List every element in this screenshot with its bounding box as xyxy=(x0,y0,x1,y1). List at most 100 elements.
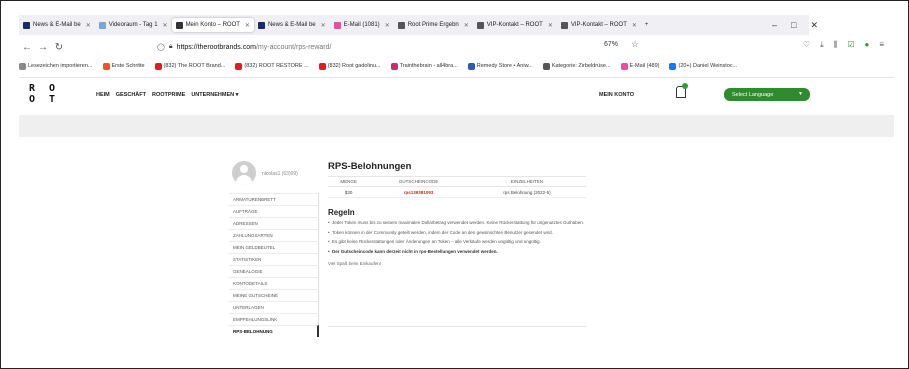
bookmark-label: (832) Root gadolinu... xyxy=(327,63,381,69)
account-sidebar: nicolas1 (63)09) ARMATURENBRETT AUFTRÄGE A… xyxy=(229,159,319,337)
zoom-level[interactable]: 67% xyxy=(604,41,618,48)
bookmark-favicon-icon xyxy=(390,62,398,70)
browser-tab[interactable]: VIP-Kontakt – ROOT ✕ xyxy=(557,18,641,32)
browser-tab[interactable]: News & E-Mail be ✕ xyxy=(19,18,95,32)
browser-tab[interactable]: Videoraum - Tag 1 ✕ xyxy=(95,18,172,32)
nav-item[interactable]: UNTERNEHMEN ▾ xyxy=(191,92,238,98)
window-controls: – □ ✕ xyxy=(772,15,818,35)
sidebar-item[interactable]: ZAHLUNGSARTEN xyxy=(229,229,318,241)
bookmark-favicon-icon xyxy=(154,62,162,70)
bookmark-item[interactable]: (832) The ROOT Brand... xyxy=(154,62,225,70)
checkbox-extension-icon[interactable]: ☑ xyxy=(847,40,854,50)
sidebar-item[interactable]: MEINE GUTSCHEINE xyxy=(229,289,318,301)
lock-icon: 🔒︎ xyxy=(168,43,173,50)
nav-item[interactable]: HEIM xyxy=(96,92,110,98)
shield-icon: ◯ xyxy=(157,44,165,51)
tab-favicon-icon xyxy=(175,21,183,29)
bookmark-item[interactable]: Erste Schritte xyxy=(102,62,145,70)
nav-item[interactable]: ROOTPRIME xyxy=(152,92,185,98)
tab-close-icon[interactable]: ✕ xyxy=(548,22,553,29)
bookmark-favicon-icon xyxy=(669,62,677,70)
sidebar-item[interactable]: GENEALOGIE xyxy=(229,265,318,277)
bookmark-favicon-icon xyxy=(19,62,26,70)
tab-close-icon[interactable]: ✕ xyxy=(321,22,326,29)
tab-label: Videoraum - Tag 1 xyxy=(108,22,158,28)
url-host: https://therootbrands.com xyxy=(176,43,256,51)
reload-icon[interactable]: ↻ xyxy=(51,42,67,53)
language-select[interactable]: Select Language ▼ xyxy=(724,88,810,101)
bookmark-label: Trainthebrain - all4bra... xyxy=(399,63,458,69)
bookmark-favicon-icon xyxy=(102,62,110,70)
root-logo[interactable]: R O O T xyxy=(29,83,59,105)
tab-close-icon[interactable]: ✕ xyxy=(86,22,91,29)
bookmark-favicon-icon xyxy=(620,62,628,70)
bookmark-item[interactable]: (832) ROOT RESTORE ... xyxy=(235,62,309,70)
divider xyxy=(328,326,586,327)
sidebar-item[interactable]: RPS-BELOHNUNG xyxy=(229,325,319,337)
page-title: RPS-Belohnungen xyxy=(328,161,412,172)
sidebar-item[interactable]: ARMATURENBRETT xyxy=(229,193,318,205)
site-header: R O O T HEIM GESCHÄFT ROOTPRIME UNTERNEHMEN… xyxy=(19,77,894,115)
browser-tab[interactable]: Root Prime Ergebn ✕ xyxy=(394,18,473,32)
bookmark-item[interactable]: E-Mail (489) xyxy=(620,62,659,70)
browser-tab[interactable]: Mein Konto – ROOT ✕ xyxy=(171,18,254,32)
close-window-icon[interactable]: ✕ xyxy=(810,20,818,31)
menu-icon[interactable]: ≡ xyxy=(879,40,884,50)
bookmark-item[interactable]: Kategorie: Zirbeldrüse... xyxy=(542,62,611,70)
tab-label: VIP-Kontakt – ROOT xyxy=(486,22,543,28)
main-nav: HEIM GESCHÄFT ROOTPRIME UNTERNEHMEN ▾ xyxy=(96,92,238,98)
tab-favicon-icon xyxy=(98,21,106,29)
tab-favicon-icon xyxy=(23,21,30,29)
rule-item: Es gibt keine Rückerstattungen oder Ände… xyxy=(328,239,586,246)
sidebar-item[interactable]: KONTODETAILS xyxy=(229,277,318,289)
sidebar-item[interactable]: EMPFEHLUNGSLINK xyxy=(229,313,318,325)
browser-tab[interactable]: VIP-Kontakt – ROOT ✕ xyxy=(473,18,557,32)
bookmark-star-icon[interactable]: ☆ xyxy=(631,39,639,50)
tab-close-icon[interactable]: ✕ xyxy=(385,22,390,29)
forward-arrow-icon[interactable]: → xyxy=(35,42,51,53)
address-field[interactable]: ◯ 🔒︎ https://therootbrands.com/my-accoun… xyxy=(157,43,331,51)
bookmark-label: Lesezeichen importieren... xyxy=(28,63,93,69)
url-path: /my-account/rps-reward/ xyxy=(255,43,332,51)
my-account-link[interactable]: MEIN KONTO xyxy=(599,92,634,98)
bookmark-item[interactable]: Remedy Store • Aniw... xyxy=(467,62,533,70)
bookmark-favicon-icon xyxy=(467,62,475,70)
tab-label: News & E-Mail be xyxy=(33,22,81,28)
extension-icon[interactable]: ● xyxy=(864,40,869,50)
bookmark-item[interactable]: (20+) Daniel Weinstoc... xyxy=(669,62,737,70)
tab-favicon-icon xyxy=(397,21,405,29)
bookmark-item[interactable]: Trainthebrain - all4bra... xyxy=(390,62,458,70)
pocket-icon[interactable]: ♡ xyxy=(803,40,810,50)
tab-close-icon[interactable]: ✕ xyxy=(632,22,637,29)
sidebar-item[interactable]: ADRESSEN xyxy=(229,217,318,229)
tab-close-icon[interactable]: ✕ xyxy=(464,22,469,29)
library-icon[interactable]: ⫼ xyxy=(834,40,838,50)
bookmark-favicon-icon xyxy=(318,62,326,70)
cart-badge xyxy=(682,83,688,89)
page-banner xyxy=(19,115,894,137)
download-icon[interactable]: ⤓ xyxy=(820,40,824,50)
bookmark-item[interactable]: (832) Root gadolinu... xyxy=(318,62,381,70)
maximize-icon[interactable]: □ xyxy=(791,20,796,30)
tab-label: Root Prime Ergebn xyxy=(407,22,459,28)
browser-tab[interactable]: E-Mail (1081) ✕ xyxy=(330,18,394,32)
rule-item: Der Gutscheincode kann derzeit nicht in … xyxy=(328,249,586,256)
bookmark-favicon-icon xyxy=(235,62,243,70)
bookmark-item[interactable]: Lesezeichen importieren... xyxy=(19,62,93,70)
sidebar-item[interactable]: AUFTRÄGE xyxy=(229,205,318,217)
back-arrow-icon[interactable]: ← xyxy=(19,42,35,53)
tab-close-icon[interactable]: ✕ xyxy=(163,22,168,29)
user-card: nicolas1 (63)09) xyxy=(229,159,319,193)
sidebar-item[interactable]: MEIN GELDBEUTEL xyxy=(229,241,318,253)
tab-close-icon[interactable]: ✕ xyxy=(245,22,250,29)
sidebar-item[interactable]: STATISTIKEN xyxy=(229,253,318,265)
sidebar-item[interactable]: UNTERLAGEN xyxy=(229,301,318,313)
new-tab-button[interactable]: + xyxy=(641,18,653,32)
tab-favicon-icon xyxy=(476,21,484,29)
coupon-code: rps139381093 xyxy=(369,186,468,198)
nav-item[interactable]: GESCHÄFT xyxy=(116,92,146,98)
tab-bar: News & E-Mail be ✕ Videoraum - Tag 1 ✕ Mein … xyxy=(19,15,809,35)
rules-list: Jeder Token muss bis zu seinem maximalen… xyxy=(328,220,586,255)
browser-tab[interactable]: News & E-Mail be ✕ xyxy=(254,18,330,32)
minimize-icon[interactable]: – xyxy=(772,20,777,30)
